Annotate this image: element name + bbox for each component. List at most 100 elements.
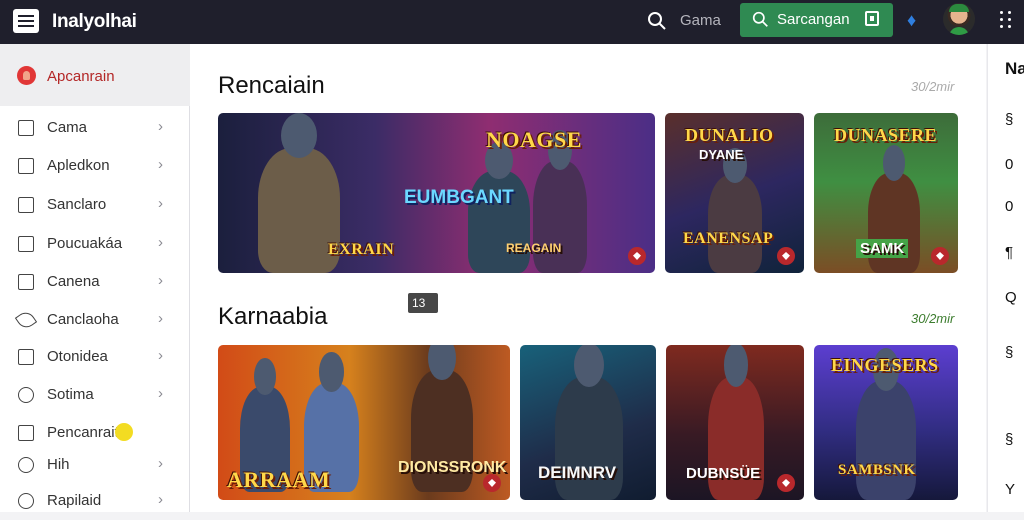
- main-content: Rencaiain 30/2mir NOAGSE EUMBGANT EXRAIN…: [190, 44, 986, 512]
- sidebar-item-label: Pencanrait: [47, 424, 119, 441]
- square-icon: [18, 349, 34, 365]
- chevron-right-icon: ›: [158, 272, 163, 289]
- sidebar-item[interactable]: Poucuakáa ›: [0, 227, 190, 263]
- circle-icon: [18, 457, 34, 473]
- card-subtitle: SAMK: [856, 239, 909, 258]
- search-label[interactable]: Gama: [680, 12, 721, 29]
- sidebar-item[interactable]: Canclaoha ›: [0, 303, 190, 339]
- game-card[interactable]: DEIMNRV: [520, 345, 656, 500]
- right-panel-label: §: [1005, 344, 1014, 361]
- chevron-right-icon: ›: [158, 156, 163, 173]
- sidebar-item[interactable]: Otonidea ›: [0, 340, 190, 376]
- square-icon: [18, 236, 34, 252]
- sidebar-item-label: Sanclaro: [47, 196, 107, 213]
- character-figure: [856, 347, 916, 500]
- chevron-right-icon: ›: [158, 455, 163, 472]
- card-title: DUNALIO: [685, 125, 774, 145]
- chevron-right-icon: ›: [158, 310, 163, 327]
- chevron-right-icon: ›: [158, 385, 163, 402]
- chevron-right-icon: ›: [158, 234, 163, 251]
- circle-icon: [18, 387, 34, 403]
- flame-icon[interactable]: ♦: [907, 10, 916, 31]
- search-icon[interactable]: [647, 11, 667, 31]
- section-meta[interactable]: 30/2mir: [911, 79, 954, 94]
- sidebar: Apcanrain Cama › Apledkon › Sanclaro › P…: [0, 44, 190, 512]
- sidebar-item[interactable]: Hih ›: [0, 448, 190, 484]
- top-navigation-bar: Inalyolhai Gama Sarcangan ♦: [0, 0, 1024, 44]
- character-figure: [708, 147, 762, 273]
- chevron-right-icon: ›: [158, 195, 163, 212]
- card-subtitle: DYANE: [699, 147, 744, 162]
- shield-icon: [931, 247, 949, 265]
- chevron-right-icon: ›: [158, 118, 163, 135]
- card-subtitle: EUMBGANT: [404, 187, 514, 208]
- app-title: Inalyolhai: [52, 11, 137, 32]
- game-card[interactable]: DUNASERE SAMK: [814, 113, 958, 273]
- right-panel-label: 0: [1005, 156, 1014, 173]
- profile-icon: [17, 66, 36, 85]
- circle-icon: [18, 493, 34, 509]
- right-panel-label: §: [1005, 111, 1014, 128]
- right-panel-label: Na: [1005, 59, 1024, 78]
- card-title: ARRAAM: [227, 467, 331, 492]
- chevron-right-icon: ›: [158, 491, 163, 508]
- notification-dot: [115, 423, 133, 441]
- game-card[interactable]: EINGESERS SAMBSNK: [814, 345, 958, 500]
- game-card[interactable]: NOAGSE EUMBGANT EXRAIN REAGAIN: [218, 113, 655, 273]
- section-meta[interactable]: 30/2mir: [911, 311, 954, 326]
- right-panel: Na § 0 0 ¶ Q § § Y: [987, 44, 1024, 512]
- leaf-icon: [14, 308, 38, 332]
- card-footer-title: EXRAIN: [328, 241, 395, 258]
- section-title: Karnaabia: [218, 303, 328, 330]
- shield-icon: [483, 474, 501, 492]
- right-panel-label: 0: [1005, 198, 1014, 215]
- right-panel-label: Y: [1005, 481, 1016, 498]
- sidebar-item-label: Canclaoha: [47, 311, 119, 328]
- sidebar-active-label: Apcanrain: [47, 68, 115, 85]
- sidebar-item-label: Apledkon: [47, 157, 110, 174]
- square-icon: [18, 158, 34, 174]
- chevron-right-icon: ›: [158, 347, 163, 364]
- character-figure: [533, 129, 587, 273]
- section-title: Rencaiain: [218, 72, 325, 99]
- sidebar-item[interactable]: Sotima ›: [0, 378, 190, 414]
- card-title: EINGESERS: [831, 355, 939, 375]
- sidebar-item[interactable]: Sanclaro ›: [0, 188, 190, 224]
- square-icon: [18, 197, 34, 213]
- card-subtitle: SAMBSNK: [838, 462, 916, 478]
- card-title: NOAGSE: [486, 127, 582, 152]
- character-figure: [868, 145, 920, 273]
- sidebar-item-active[interactable]: Apcanrain: [0, 44, 190, 106]
- game-card[interactable]: ARRAAM DIONSSRONK: [218, 345, 510, 500]
- more-icon[interactable]: [1000, 11, 1014, 31]
- sidebar-item-label: Poucuakáa: [47, 235, 123, 252]
- sidebar-item-label: Otonidea: [47, 348, 108, 365]
- right-panel-label: Q: [1005, 289, 1017, 306]
- card-title: DUBNSÜE: [686, 465, 761, 482]
- sidebar-item[interactable]: Cama ›: [0, 111, 190, 147]
- sidebar-item[interactable]: Apledkon ›: [0, 149, 190, 185]
- sidebar-item[interactable]: Canena ›: [0, 265, 190, 301]
- primary-action-button[interactable]: Sarcangan: [740, 3, 893, 37]
- sidebar-item-label: Canena: [47, 273, 100, 290]
- card-title: DUNASERE: [834, 125, 938, 145]
- sidebar-item-label: Rapilaid: [47, 492, 102, 509]
- sidebar-item[interactable]: Rapilaid ›: [0, 484, 190, 520]
- shield-icon: [777, 474, 795, 492]
- game-card[interactable]: DUBNSÜE: [666, 345, 804, 500]
- avatar[interactable]: [943, 3, 975, 35]
- square-icon: [865, 11, 879, 26]
- sidebar-item-label: Cama: [47, 119, 88, 136]
- sidebar-item-label: Hih: [47, 456, 70, 473]
- card-footer-title: EANENSAP: [683, 230, 774, 247]
- shield-icon: [777, 247, 795, 265]
- card-title: DEIMNRV: [538, 463, 617, 482]
- game-card[interactable]: DUNALIO DYANE EANENSAP: [665, 113, 804, 273]
- square-icon: [18, 274, 34, 290]
- right-panel-label: ¶: [1005, 244, 1014, 261]
- card-count-badge: 13: [408, 293, 438, 313]
- square-icon: [18, 425, 34, 441]
- square-icon: [18, 120, 34, 136]
- sidebar-item[interactable]: Pencanrait: [0, 416, 190, 452]
- menu-icon[interactable]: [13, 9, 39, 33]
